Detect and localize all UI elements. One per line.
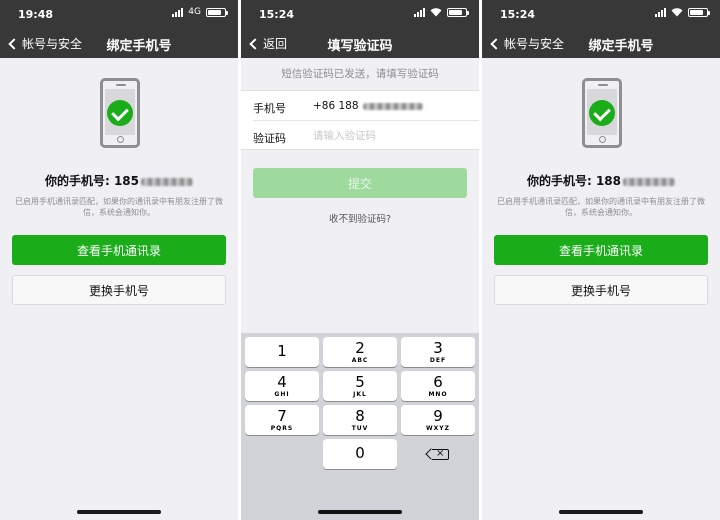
view-contacts-button[interactable]: 查看手机通讯录 [494,235,708,265]
key-letters: MNO [428,391,448,398]
verification-form: 手机号 +86 188 验证码 [241,90,479,150]
home-indicator[interactable] [318,510,402,514]
checkmark-icon [589,100,615,126]
status-bar: 15:24 [482,0,720,28]
wifi-icon [671,8,683,17]
key-digit: 7 [277,407,287,425]
contact-match-hint: 已启用手机通讯录匹配，如果你的通讯录中有朋友注册了微信，系统会通知你。 [497,197,705,217]
key-letters: DEF [429,357,447,364]
key-letters: TUV [351,425,369,432]
network-type: 4G [188,7,201,17]
key-4[interactable]: 4 GHI [245,371,319,401]
status-time: 15:24 [500,8,536,21]
key-6[interactable]: 6 MNO [401,371,475,401]
numeric-keypad: 1 2 ABC 3 DEF 4 GHI 5 JKL 6 MNO 7 PQRS 8 TUV 9W… [241,333,479,520]
back-label: 返回 [263,37,288,51]
phone-value-text: +86 188 [313,100,359,112]
key-digit: 1 [277,342,287,360]
nav-bar: 帐号与安全 绑定手机号 [482,28,720,58]
battery-icon [206,7,228,17]
status-right [655,7,710,17]
key-digit: 0 [355,444,365,462]
back-chevron-icon [490,37,502,50]
key-digit: 5 [355,373,365,391]
back-button[interactable]: 帐号与安全 [488,35,564,52]
key-9[interactable]: 9 WXYZ [401,405,475,435]
status-bar: 19:48 4G [0,0,238,28]
key-digit: 3 [433,339,443,357]
back-chevron-icon [249,37,261,50]
screen-bind-phone-right: 15:24 帐号与安全 绑定手机号 你的手机号: 188 已启用手机通讯录匹配，… [482,0,720,520]
back-button[interactable]: 返回 [247,35,287,52]
contact-match-hint: 已启用手机通讯录匹配，如果你的通讯录中有朋友注册了微信，系统会通知你。 [15,197,223,217]
key-letters: WXYZ [426,425,450,432]
wifi-icon [430,8,442,17]
status-time: 19:48 [18,8,54,21]
bound-phone-number: 你的手机号: 185 [0,172,238,189]
signal-icon [655,7,666,17]
phone-field-label: 手机号 [253,102,286,115]
screen-bind-phone-left: 19:48 4G 帐号与安全 绑定手机号 你的手机号: 185 已启用手机通讯录… [0,0,238,520]
key-digit: 8 [355,407,365,425]
status-right [414,7,469,17]
code-sent-hint: 短信验证码已发送，请填写验证码 [281,68,439,80]
nav-bar: 帐号与安全 绑定手机号 [0,28,238,58]
submit-button[interactable]: 提交 [253,168,467,198]
status-right: 4G [172,7,228,17]
nav-bar: 返回 填写验证码 [241,28,479,58]
change-phone-button[interactable]: 更换手机号 [12,275,226,305]
delete-key[interactable]: × [401,439,475,469]
signal-icon [414,7,425,17]
status-bar: 15:24 [241,0,479,28]
view-contacts-button[interactable]: 查看手机通讯录 [12,235,226,265]
key-1[interactable]: 1 [245,337,319,367]
key-letters: PQRS [270,425,294,432]
key-2[interactable]: 2 ABC [323,337,397,367]
back-button[interactable]: 帐号与安全 [6,35,82,52]
back-chevron-icon [8,37,20,50]
phone-number-label: 你的手机号: 188 [526,174,622,188]
key-letters: ABC [351,357,369,364]
home-indicator[interactable] [77,510,161,514]
code-row: 验证码 [241,121,479,151]
battery-icon [447,7,469,17]
key-7[interactable]: 7 PQRS [245,405,319,435]
bound-phone-number: 你的手机号: 188 [482,172,720,189]
key-5[interactable]: 5 JKL [323,371,397,401]
backspace-icon: × [432,448,449,460]
status-time: 15:24 [259,8,295,21]
no-code-link[interactable]: 收不到验证码? [241,211,479,225]
redacted-digits [141,177,194,186]
screen-verification-code: 15:24 返回 填写验证码 短信验证码已发送，请填写验证码 手机号 +86 1… [241,0,479,520]
key-0[interactable]: 0 [323,439,397,469]
redacted-digits [623,177,676,186]
key-digit: 4 [277,373,287,391]
code-field-label: 验证码 [253,132,286,145]
checkmark-icon [107,100,133,126]
key-digit: 6 [433,373,443,391]
key-digit: 9 [433,407,443,425]
signal-icon [172,7,184,17]
phone-value: +86 188 [313,100,423,112]
redacted-digits [362,102,423,110]
key-letters: JKL [353,391,367,398]
back-label: 帐号与安全 [504,37,565,51]
home-indicator[interactable] [559,510,643,514]
code-input[interactable] [313,127,463,145]
phone-number-label: 你的手机号: 185 [44,174,140,188]
key-digit: 2 [355,339,365,357]
key-letters: GHI [274,391,290,398]
change-phone-button[interactable]: 更换手机号 [494,275,708,305]
phone-row: 手机号 +86 188 [241,91,479,121]
back-label: 帐号与安全 [22,37,83,51]
battery-icon [688,7,710,17]
key-8[interactable]: 8 TUV [323,405,397,435]
key-3[interactable]: 3 DEF [401,337,475,367]
